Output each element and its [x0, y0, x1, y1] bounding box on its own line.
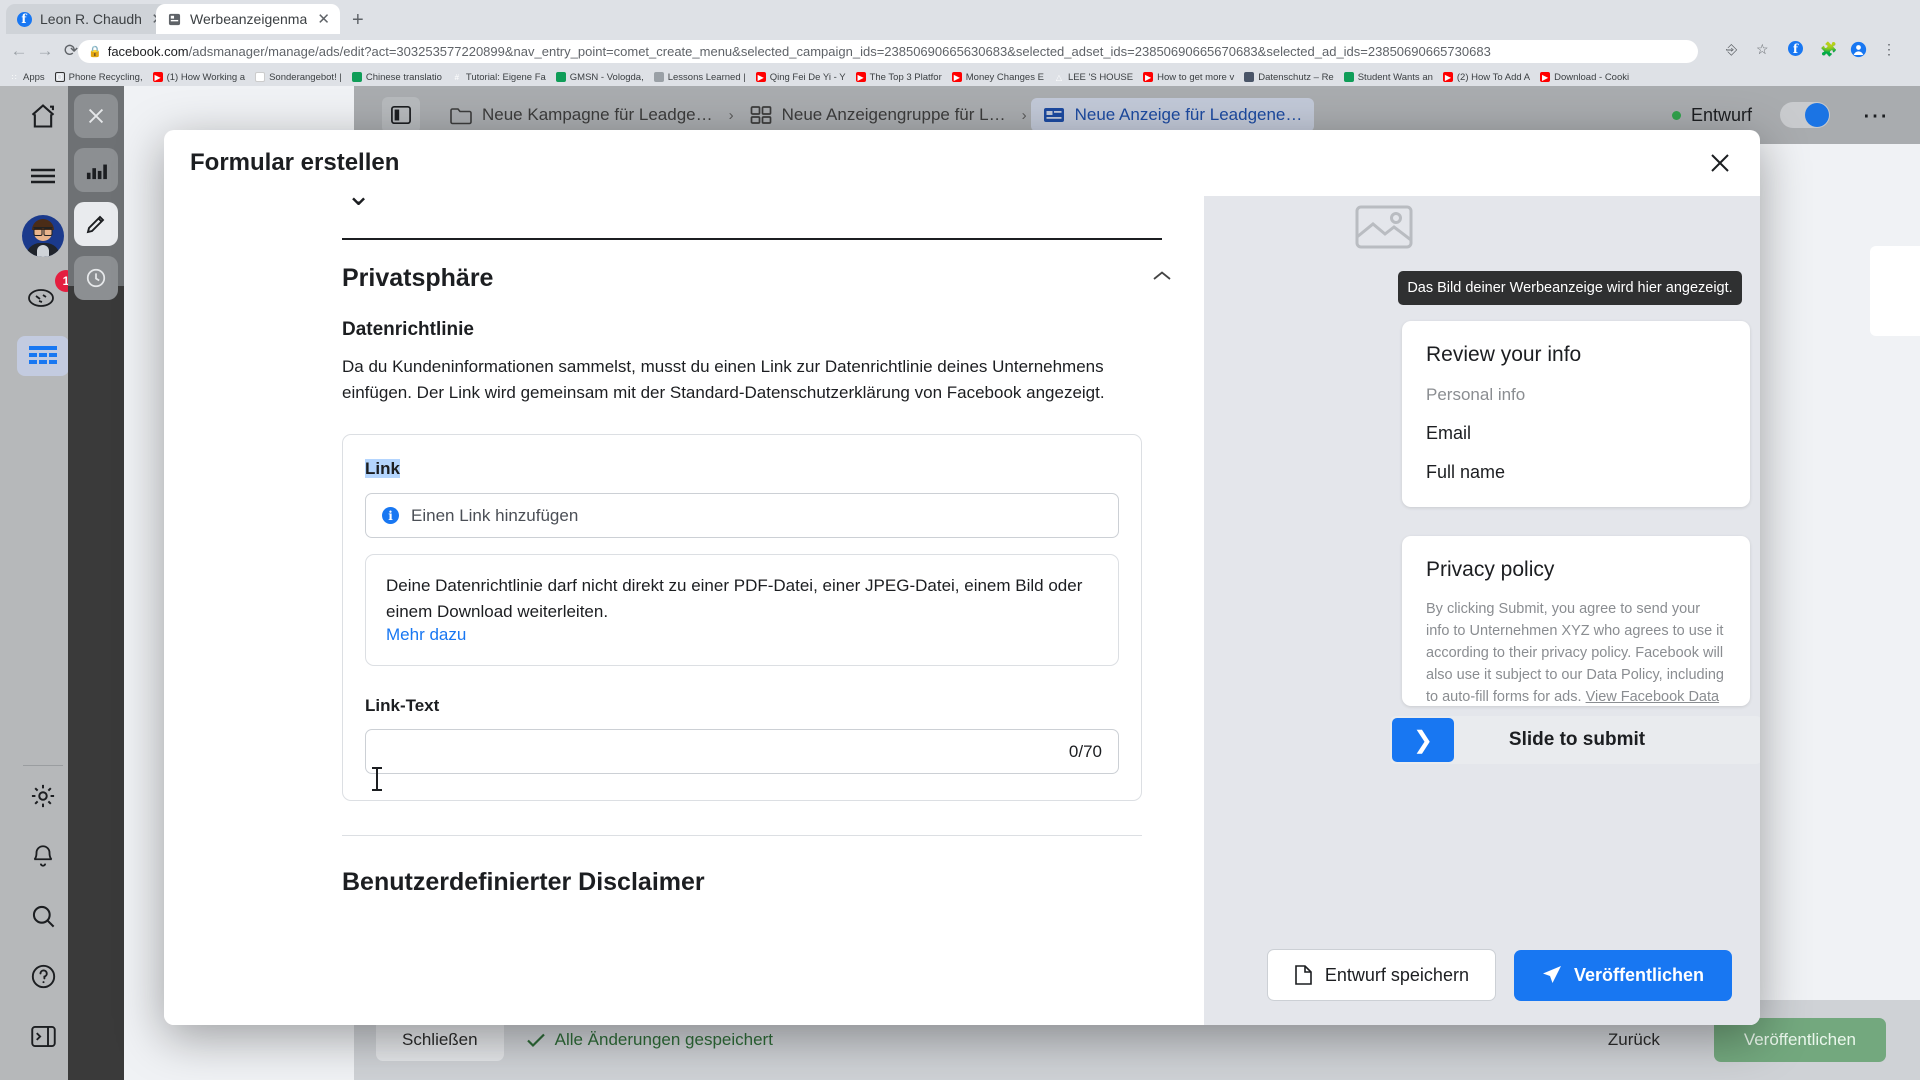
save-draft-label: Entwurf speichern	[1324, 964, 1469, 985]
privacy-section-title: Privatsphäre	[342, 264, 494, 292]
link-label-wrap: Link	[365, 459, 1119, 479]
form-column: ⌄ Privatsphäre Datenrichtlinie Da du Kun…	[164, 196, 1204, 1025]
privacy-section-header[interactable]: Privatsphäre	[342, 264, 1172, 293]
link-input-placeholder: Einen Link hinzufügen	[411, 505, 579, 525]
modal-actions: Entwurf speichern Veröffentlichen	[1266, 949, 1732, 1001]
preview-tooltip: Das Bild deiner Werbeanzeige wird hier a…	[1398, 271, 1742, 305]
link-input[interactable]: i Einen Link hinzufügen	[365, 493, 1119, 538]
chevron-up-icon[interactable]	[1152, 270, 1172, 282]
character-counter: 0/70	[1068, 741, 1102, 761]
document-icon	[1294, 964, 1313, 986]
close-icon[interactable]	[1708, 151, 1732, 175]
modal-body: ⌄ Privatsphäre Datenrichtlinie Da du Kun…	[164, 196, 1760, 1025]
review-info-card: Review your info Personal info Email Ful…	[1402, 321, 1750, 507]
privacy-policy-card: Privacy policy By clicking Submit, you a…	[1402, 536, 1750, 706]
save-draft-button[interactable]: Entwurf speichern	[1266, 949, 1496, 1001]
link-text-input[interactable]: 0/70	[365, 729, 1119, 774]
section-divider-2	[342, 835, 1142, 836]
create-form-modal: Formular erstellen ⌄ Privatsphäre Datenr…	[164, 130, 1760, 1025]
form-scroll-area[interactable]: ⌄ Privatsphäre Datenrichtlinie Da du Kun…	[164, 196, 1204, 1025]
custom-disclaimer-title: Benutzerdefinierter Disclaimer	[342, 868, 705, 896]
link-label: Link	[365, 459, 400, 478]
privacy-policy-body: By clicking Submit, you agree to send yo…	[1426, 598, 1726, 706]
link-text-label: Link-Text	[365, 696, 440, 715]
modal-header: Formular erstellen	[164, 130, 1760, 196]
publish-label: Veröffentlichen	[1573, 964, 1704, 985]
send-icon	[1542, 965, 1562, 985]
previous-section-remnant: ⌄	[346, 196, 371, 213]
field-full-name: Full name	[1426, 462, 1506, 482]
link-card: Link i Einen Link hinzufügen Deine Daten…	[342, 434, 1142, 801]
review-info-title: Review your info	[1426, 343, 1582, 366]
privacy-policy-title: Privacy policy	[1426, 558, 1555, 581]
link-notice: Deine Datenrichtlinie darf nicht direkt …	[365, 554, 1119, 666]
preview-column: Das Bild deiner Werbeanzeige wird hier a…	[1204, 196, 1760, 1025]
slide-to-submit[interactable]: ❯ Slide to submit	[1390, 716, 1760, 764]
personal-info-label: Personal info	[1426, 385, 1526, 404]
privacy-section: Privatsphäre Datenrichtlinie Da du Kunde…	[342, 264, 1172, 897]
slide-to-submit-label: Slide to submit	[1508, 729, 1646, 750]
image-placeholder-icon	[1354, 201, 1414, 249]
data-policy-subtitle: Datenrichtlinie	[342, 319, 474, 340]
info-icon: i	[382, 507, 399, 524]
text-cursor	[372, 767, 382, 791]
data-policy-description: Da du Kundeninformationen sammelst, muss…	[342, 357, 1105, 402]
learn-more-link[interactable]: Mehr dazu	[386, 625, 466, 644]
field-email: Email	[1426, 423, 1472, 443]
section-divider	[342, 238, 1162, 240]
page-title: Formular erstellen	[190, 149, 400, 176]
notice-text: Deine Datenrichtlinie darf nicht direkt …	[386, 576, 1083, 621]
publish-button[interactable]: Veröffentlichen	[1513, 949, 1732, 1001]
